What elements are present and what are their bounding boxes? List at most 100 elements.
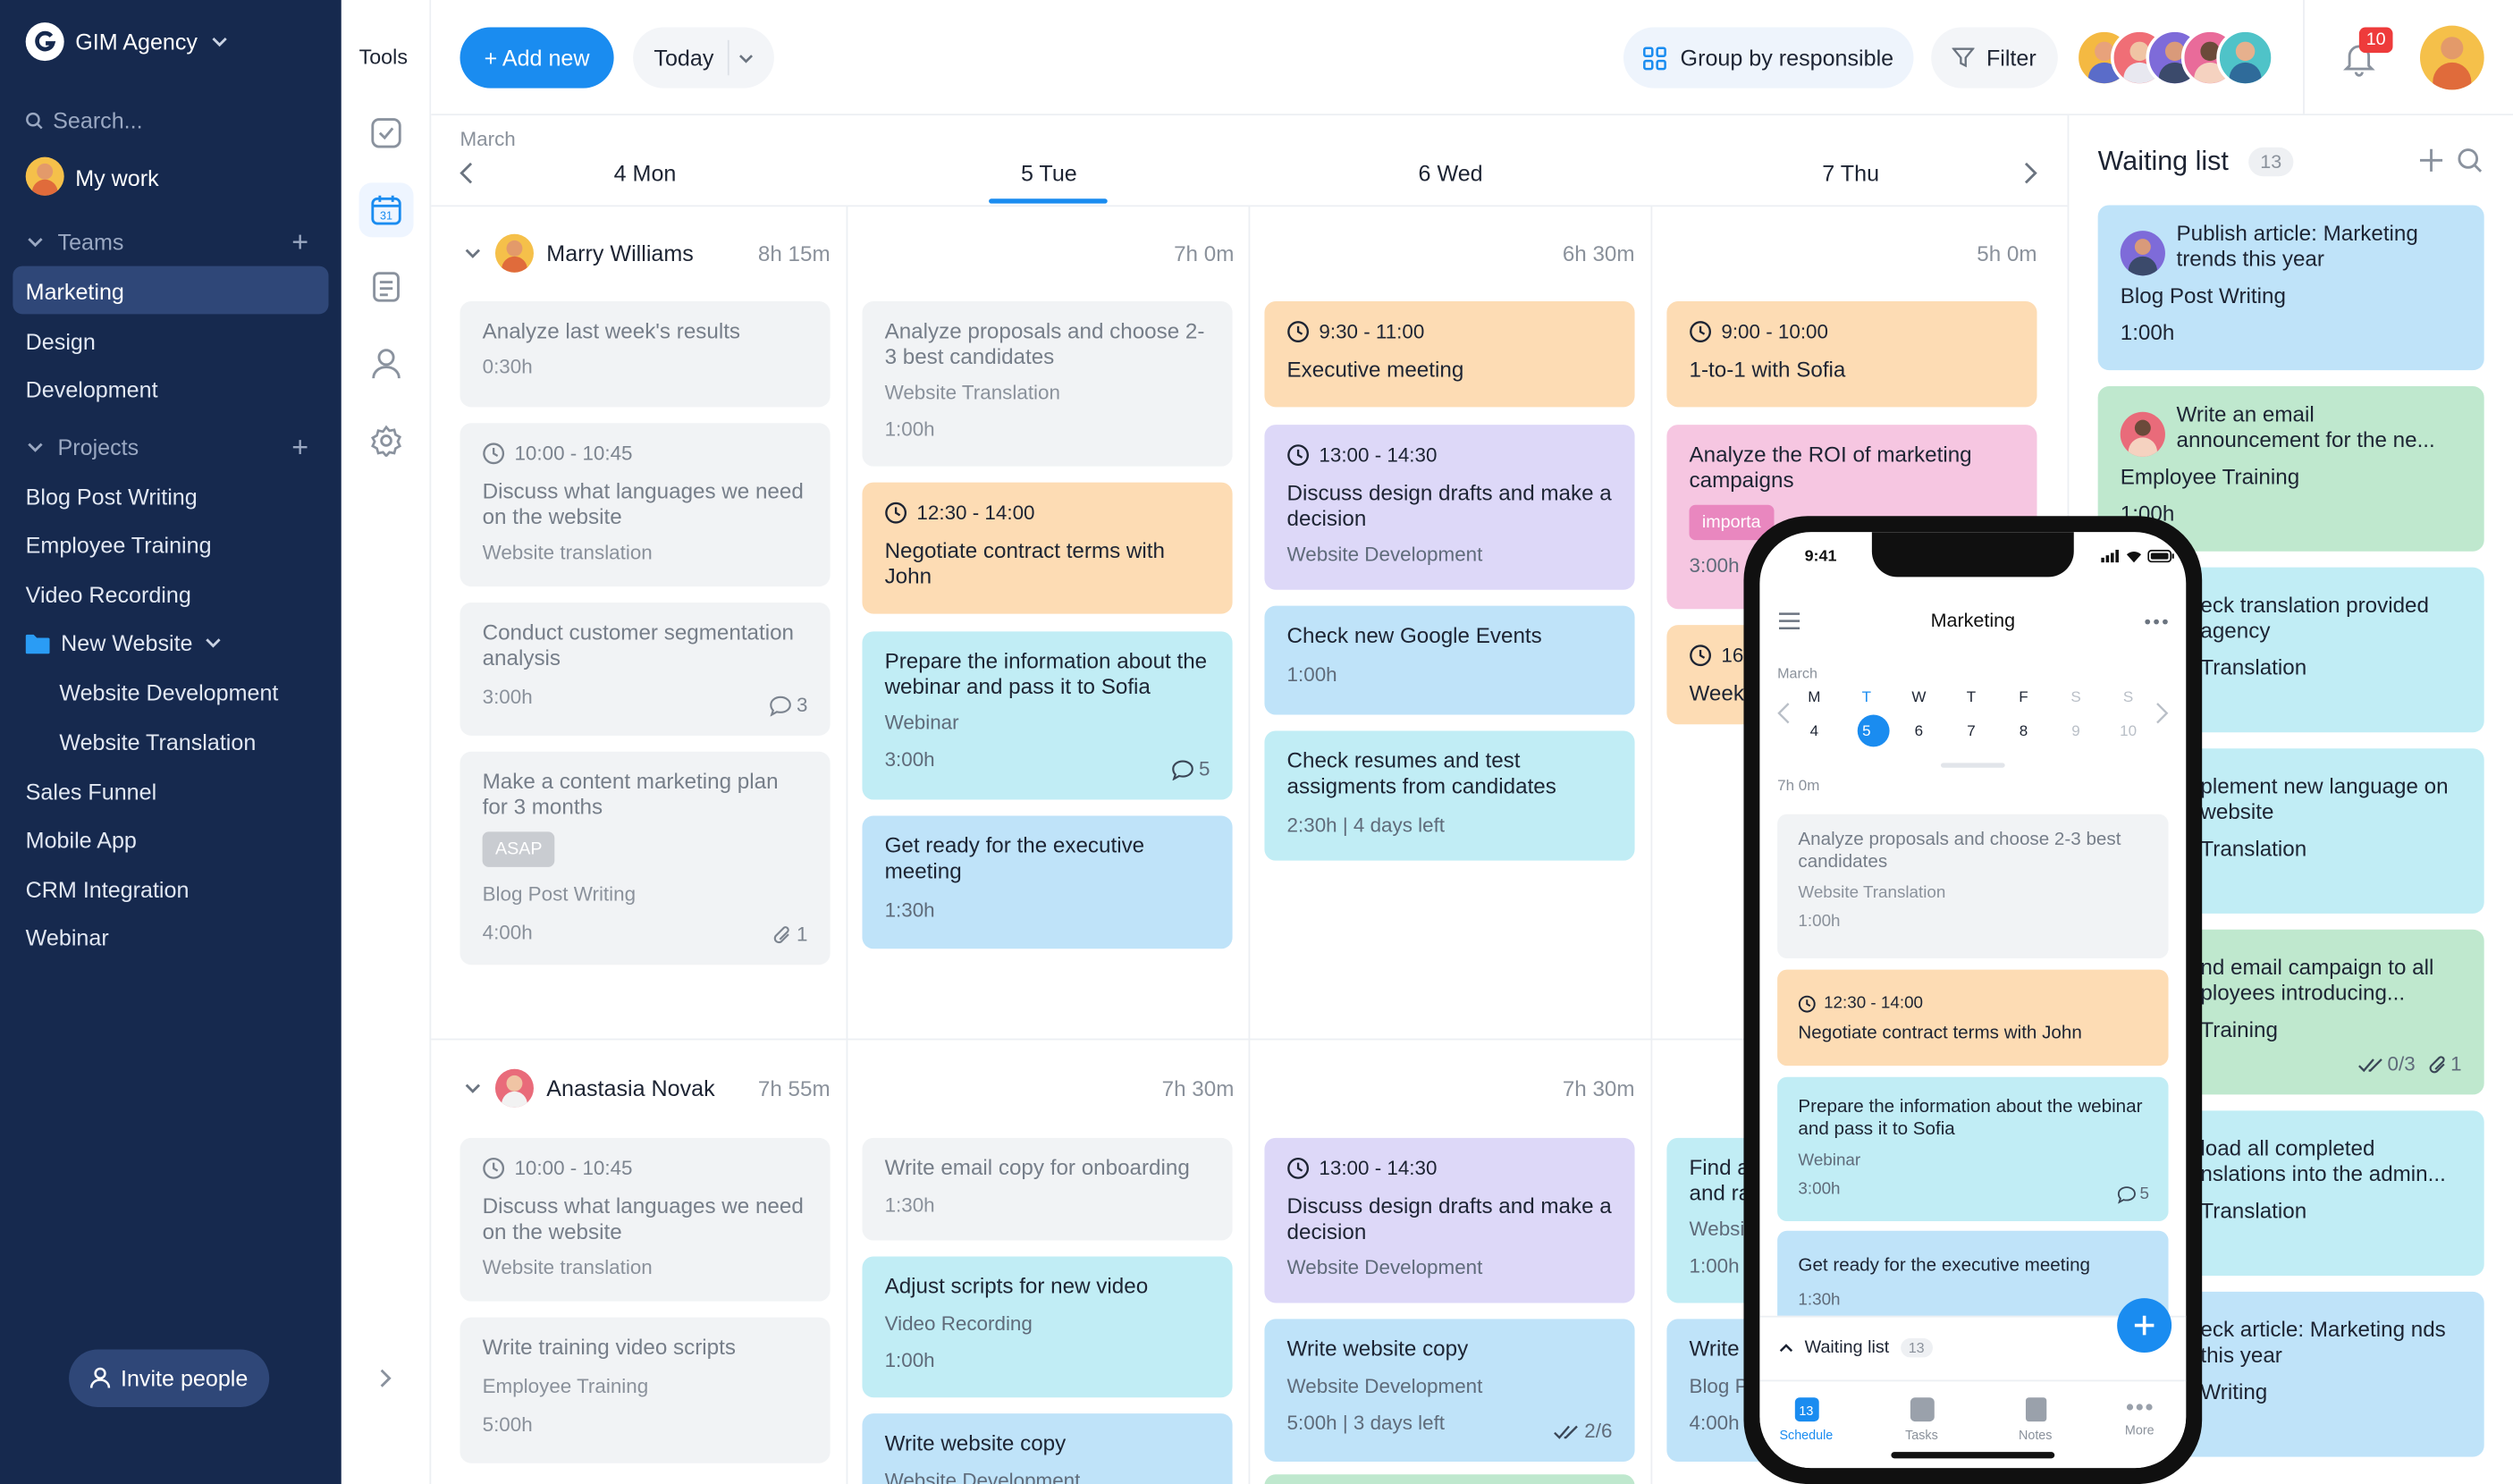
sidebar-item-crm-integration[interactable]: CRM Integration [26,877,190,903]
task-card[interactable]: Check resumes and test assigments from c… [1264,730,1635,861]
today-button[interactable]: Today [633,27,774,89]
task-card[interactable]: Get ready for the executive meeting 1:30… [862,815,1233,949]
teams-section-toggle[interactable]: Teams [26,229,124,255]
sidebar-item-video-recording[interactable]: Video Recording [26,582,191,608]
phone-task-card[interactable]: Analyze proposals and choose 2-3 best ca… [1777,814,2169,959]
add-waiting-task-button[interactable] [2418,148,2444,173]
sidebar-item-mobile-app[interactable]: Mobile App [26,827,137,853]
date-cell[interactable]: 5 [1851,723,1883,741]
phone-prev-week[interactable] [1777,702,1790,724]
tasks-tool-button[interactable] [359,105,414,160]
date-cell[interactable]: 7 [1955,723,1987,741]
paperclip-icon [2429,1055,2445,1073]
task-card[interactable]: 9:30 - 11:00 Executive meeting [1264,301,1635,408]
chevron-down-icon[interactable] [738,50,755,68]
phone-task-card[interactable]: Get ready for the executive meeting 1:30… [1777,1230,2169,1328]
day-header-thu[interactable]: 7 Thu [1822,160,1879,186]
avatar[interactable] [2216,29,2274,87]
date-cell[interactable]: 4 [1798,723,1830,741]
task-card[interactable]: 10:00 - 10:45 Discuss what languages we … [460,1137,831,1302]
column-divider [846,205,848,1484]
task-card[interactable]: Write training video scripts Employee Tr… [460,1317,831,1463]
sidebar-folder-new-website[interactable]: New Website [25,630,223,655]
sidebar-item-blog-post-writing[interactable]: Blog Post Writing [26,484,198,510]
teams-label: Teams [57,229,124,256]
phone-tab-schedule[interactable]: 13 Schedule [1777,1397,1835,1442]
task-card[interactable]: 9:00 - 10:00 1-to-1 with Sofia [1666,301,2037,408]
sidebar-item-employee-training[interactable]: Employee Training [26,532,212,558]
task-card[interactable]: Check new Google Events 1:00h [1264,605,1635,715]
task-card[interactable]: 12:30 - 14:00 Negotiate contract terms w… [862,482,1233,614]
sidebar-item-webinar[interactable]: Webinar [26,924,109,950]
task-title: Prepare the information about the webina… [1798,1097,2143,1140]
task-card[interactable]: 13:00 - 14:30 Discuss design drafts and … [1264,425,1635,590]
date-cell[interactable]: 10 [2112,723,2145,741]
waiting-task-card[interactable]: Publish article: Marketing trends this y… [2097,205,2484,371]
phone-task-card[interactable]: 12:30 - 14:00 Negotiate contract terms w… [1777,969,2169,1067]
phone-more-button[interactable] [2145,619,2169,625]
person-row-toggle[interactable]: Marry Williams [463,233,694,273]
phone-tab-more[interactable]: More [2111,1397,2169,1438]
drag-handle[interactable] [1940,763,2005,768]
task-project: Translation [2200,836,2307,861]
weekday-label: S [2122,688,2134,707]
task-card[interactable]: Write email copy for onboarding 1:30h [862,1137,1233,1241]
user-avatar[interactable] [2419,25,2484,90]
date-cell[interactable]: 8 [2008,723,2040,741]
search-waiting-button[interactable] [2457,148,2483,173]
task-card[interactable]: Conduct customer segmentation analysis 3… [460,603,831,736]
workspace-switcher[interactable]: GIM Agency [75,29,230,55]
phone-title: Marketing [1930,609,2016,632]
expand-sidebar-button[interactable] [375,1367,394,1389]
task-project: Website Development [1286,1375,1483,1398]
task-card[interactable]: Write website copy Website Development [862,1413,1233,1484]
phone-task-card[interactable]: Prepare the information about the webina… [1777,1076,2169,1222]
task-card[interactable] [1264,1474,1635,1484]
add-project-button[interactable]: + [291,433,308,461]
task-title: Get ready for the executive meeting [1798,1256,2091,1276]
phone-waiting-list-toggle[interactable]: Waiting list 13 [1779,1337,1933,1358]
task-duration: 1:30h [1798,1290,1841,1310]
day-header-mon[interactable]: 4 Mon [614,160,677,186]
sidebar-item-website-translation[interactable]: Website Translation [59,729,256,755]
add-new-button[interactable]: + Add new [460,27,614,89]
phone-next-week[interactable] [2155,702,2169,724]
day-header-tue[interactable]: 5 Tue [1021,160,1077,186]
phone-tab-notes[interactable]: Notes [2006,1397,2064,1442]
filter-button[interactable]: Filter [1931,27,2058,89]
task-card[interactable]: Adjust scripts for new video Video Recor… [862,1256,1233,1398]
task-card[interactable]: Write website copy Website Development 5… [1264,1319,1635,1462]
tabbar-divider [1759,1379,2187,1382]
search-input[interactable]: Search... [26,107,143,133]
day-header-wed[interactable]: 6 Wed [1419,160,1483,186]
task-card[interactable]: 13:00 - 14:30 Discuss design drafts and … [1264,1137,1635,1303]
phone-tab-tasks[interactable]: Tasks [1893,1397,1951,1442]
sidebar-item-development[interactable]: Development [26,376,158,402]
sidebar-item-website-development[interactable]: Website Development [59,679,278,705]
date-cell[interactable]: 6 [1902,723,1935,741]
task-card[interactable]: Prepare the information about the webina… [862,631,1233,800]
add-team-button[interactable]: + [291,228,308,257]
date-cell[interactable]: 9 [2060,723,2092,741]
next-week-button[interactable] [2021,160,2041,186]
task-time: 10:00 - 10:45 [514,1157,633,1180]
sidebar-item-marketing[interactable]: Marketing [26,279,124,305]
task-card[interactable]: Analyze last week's results 0:30h [460,301,831,408]
task-title: plement new language on website [2200,773,2449,824]
my-work-link[interactable]: My work [75,165,158,191]
calendar-tool-button[interactable]: 31 [358,182,414,238]
invite-people-button[interactable]: Invite people [69,1349,270,1407]
sidebar-item-design[interactable]: Design [26,329,96,355]
phone-add-button[interactable] [2117,1298,2172,1353]
group-by-responsible-button[interactable]: Group by responsible [1623,27,1914,89]
settings-tool-button[interactable] [359,414,414,468]
task-card[interactable]: Analyze proposals and choose 2-3 best ca… [862,301,1233,467]
sidebar-item-sales-funnel[interactable]: Sales Funnel [26,779,156,805]
person-row-toggle[interactable]: Anastasia Novak [463,1068,715,1108]
notes-tool-button[interactable] [359,259,414,314]
people-tool-button[interactable] [359,336,414,391]
projects-section-toggle[interactable]: Projects [26,434,139,460]
task-card[interactable]: 10:00 - 10:45 Discuss what languages we … [460,423,831,587]
task-card[interactable]: Make a content marketing plan for 3 mont… [460,751,831,965]
prev-week-button[interactable] [457,160,476,186]
